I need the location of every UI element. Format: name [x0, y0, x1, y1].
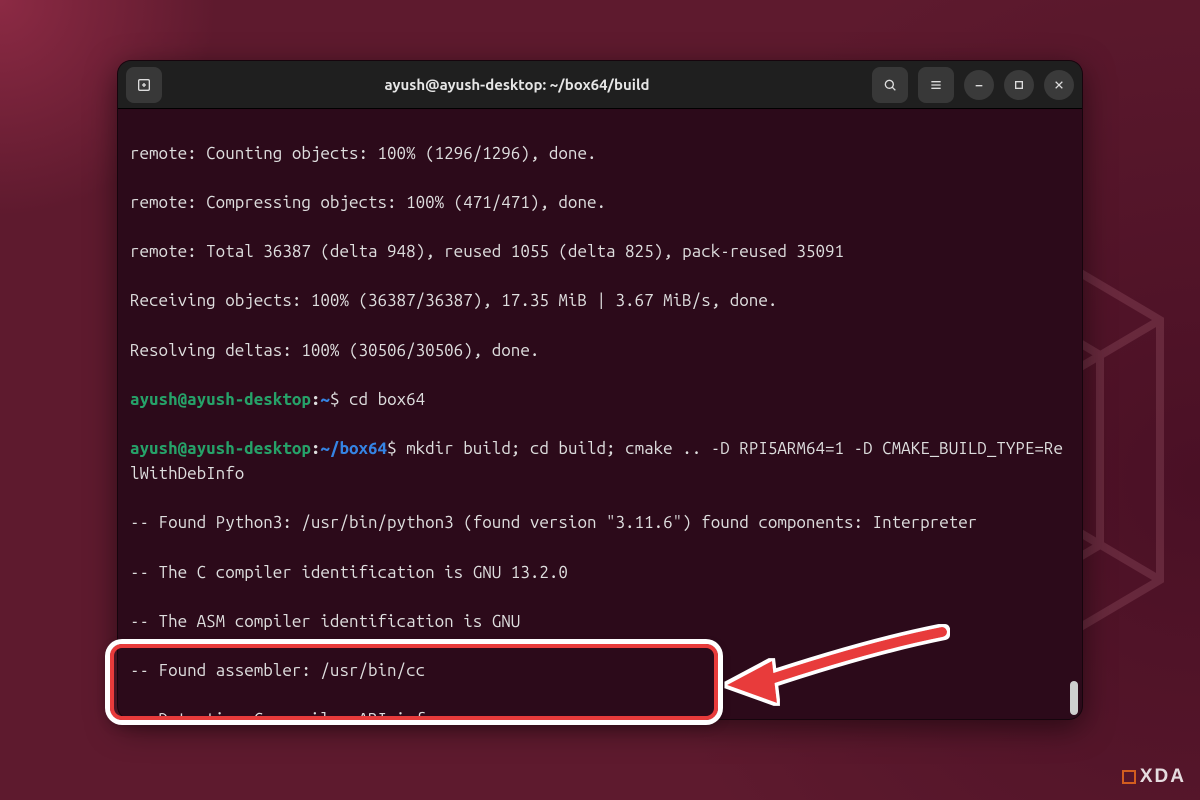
watermark-text: XDA: [1140, 766, 1186, 788]
output-line: remote: Total 36387 (delta 948), reused …: [130, 240, 1070, 265]
output-line: -- Detecting C compiler ABI info: [130, 708, 1070, 719]
output-line: -- Found assembler: /usr/bin/cc: [130, 659, 1070, 684]
prompt-user: ayush@ayush-desktop: [130, 439, 311, 458]
close-button[interactable]: [1044, 70, 1074, 100]
menu-button[interactable]: [918, 67, 954, 103]
prompt-command: cd box64: [339, 390, 425, 409]
search-button[interactable]: [872, 67, 908, 103]
watermark: XDA: [1122, 766, 1186, 788]
output-line: Resolving deltas: 100% (30506/30506), do…: [130, 339, 1070, 364]
output-line: -- The ASM compiler identification is GN…: [130, 610, 1070, 635]
scrollbar-thumb[interactable]: [1070, 681, 1078, 715]
window-title: ayush@ayush-desktop: ~/box64/build: [168, 76, 866, 93]
terminal-body[interactable]: remote: Counting objects: 100% (1296/129…: [118, 109, 1082, 719]
terminal-window: ayush@ayush-desktop: ~/box64/build remot…: [117, 60, 1083, 720]
watermark-icon: [1122, 770, 1136, 784]
new-tab-button[interactable]: [126, 67, 162, 103]
output-line: remote: Counting objects: 100% (1296/129…: [130, 142, 1070, 167]
output-line: Receiving objects: 100% (36387/36387), 1…: [130, 289, 1070, 314]
output-line: -- The C compiler identification is GNU …: [130, 561, 1070, 586]
prompt-line: ayush@ayush-desktop:~$ cd box64: [130, 388, 1070, 413]
output-line: -- Found Python3: /usr/bin/python3 (foun…: [130, 511, 1070, 536]
output-line: remote: Compressing objects: 100% (471/4…: [130, 191, 1070, 216]
minimize-button[interactable]: [964, 70, 994, 100]
maximize-button[interactable]: [1004, 70, 1034, 100]
prompt-path: ~/box64: [320, 439, 387, 458]
prompt-user: ayush@ayush-desktop: [130, 390, 311, 409]
titlebar: ayush@ayush-desktop: ~/box64/build: [118, 61, 1082, 109]
prompt-path: ~: [320, 390, 330, 409]
prompt-line: ayush@ayush-desktop:~/box64$ mkdir build…: [130, 437, 1070, 486]
